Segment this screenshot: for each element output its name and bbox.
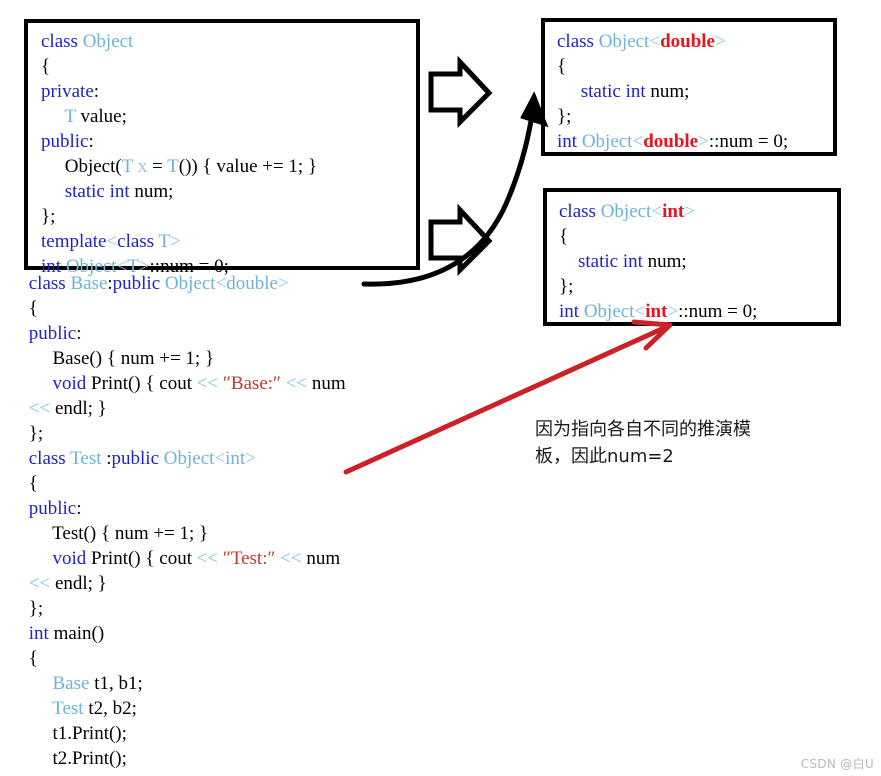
hollow-right-arrow-bottom-icon bbox=[428, 203, 493, 277]
instantiation-code-int: class Object<int> { static int num; }; i… bbox=[559, 201, 758, 322]
template-definition-box: class Object { private: T value; public:… bbox=[24, 19, 420, 277]
instantiation-box-int: class Object<int> { static int num; }; i… bbox=[543, 188, 841, 326]
template-definition-code: class Object { private: T value; public:… bbox=[41, 31, 318, 277]
derived-classes-code: class Base:public Object<double> { publi… bbox=[24, 273, 346, 769]
instantiation-code-double: class Object<double> { static int num; }… bbox=[557, 31, 789, 152]
csdn-watermark: CSDN @白U bbox=[800, 757, 874, 771]
explanation-note: 因为指向各自不同的推演模 板，因此num=2 bbox=[535, 419, 751, 467]
hollow-right-arrow-top-icon bbox=[428, 55, 493, 129]
instantiation-box-double: class Object<double> { static int num; }… bbox=[541, 18, 837, 156]
diagram-canvas: template<class T> class Object { private… bbox=[0, 0, 881, 776]
